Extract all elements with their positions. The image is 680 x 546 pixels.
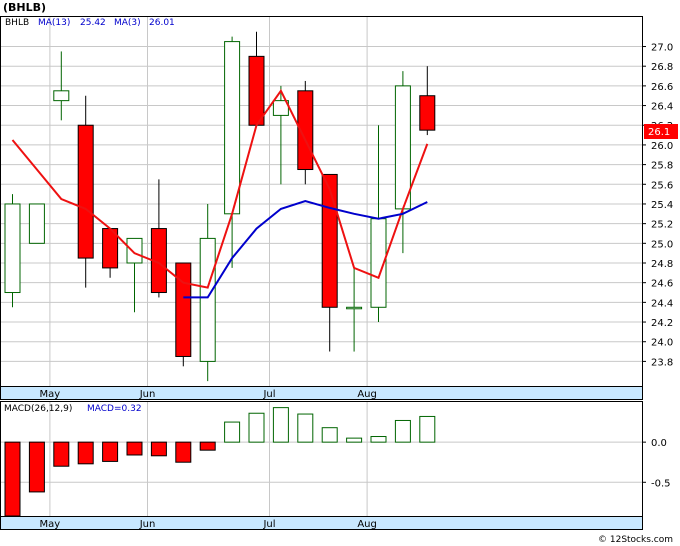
candle-body bbox=[4, 203, 21, 294]
macd-y-axis: 0.0 -0.5 bbox=[642, 438, 671, 489]
macd-x-tick-label: Jul bbox=[262, 519, 275, 530]
candle-body bbox=[394, 85, 411, 210]
legend-symbol: BHLB bbox=[5, 18, 29, 28]
candle-body bbox=[419, 95, 436, 131]
macd-bar-negative bbox=[53, 441, 70, 467]
candle-body bbox=[28, 203, 45, 244]
price-y-tick-label: 25.8 bbox=[651, 161, 673, 172]
candle-body bbox=[346, 306, 363, 310]
candle-body bbox=[77, 124, 94, 259]
last-price-label: 26.1 bbox=[648, 127, 670, 138]
candle-body bbox=[126, 237, 143, 264]
price-y-tick-label: 24.8 bbox=[651, 259, 673, 270]
price-y-tick-label: 25.0 bbox=[651, 239, 673, 250]
macd-bar-negative bbox=[102, 441, 119, 462]
candle-body bbox=[224, 41, 241, 215]
macd-y-tick-label: 0.0 bbox=[651, 438, 667, 449]
candle-body bbox=[321, 173, 338, 308]
price-y-tick-label: 24.2 bbox=[651, 318, 673, 329]
price-y-tick-label: 24.0 bbox=[651, 338, 673, 349]
macd-bar-positive bbox=[297, 413, 314, 443]
macd-xaxis-strip bbox=[0, 516, 643, 530]
macd-y-tick-label: -0.5 bbox=[651, 478, 671, 489]
legend-ma3-value: 26.01 bbox=[149, 18, 175, 28]
macd-panel: 0.0 -0.5 May Jun Jul Aug MACD(26,12,9) MACD=… bbox=[0, 401, 671, 530]
price-plot-frame bbox=[0, 16, 643, 387]
price-x-tick-label: Jun bbox=[139, 389, 156, 400]
macd-bar-positive bbox=[370, 436, 387, 443]
candle-body bbox=[248, 55, 265, 126]
macd-bar-negative bbox=[77, 441, 94, 465]
macd-bar-positive bbox=[346, 437, 363, 443]
price-y-axis: 27.026.826.626.426.226.025.825.625.425.2… bbox=[642, 43, 673, 368]
macd-bar-negative bbox=[199, 441, 216, 451]
price-y-tick-label: 26.4 bbox=[651, 102, 673, 113]
watermark: © 12Stocks.com bbox=[598, 535, 673, 545]
price-y-tick-label: 26.8 bbox=[651, 62, 673, 73]
macd-bar-positive bbox=[248, 412, 265, 443]
price-y-tick-label: 26.6 bbox=[651, 82, 673, 93]
price-x-tick-label: Jul bbox=[262, 389, 275, 400]
legend-ma13-label: MA(13) bbox=[38, 18, 70, 28]
candle-body bbox=[199, 237, 216, 362]
price-y-tick-label: 26.0 bbox=[651, 141, 673, 152]
macd-plot-frame bbox=[0, 401, 643, 517]
macd-bar-negative bbox=[175, 441, 192, 463]
macd-legend-value: MACD=0.32 bbox=[87, 404, 142, 414]
price-panel: 27.026.826.626.426.226.025.825.625.425.2… bbox=[0, 1, 678, 400]
price-y-tick-label: 25.2 bbox=[651, 220, 673, 231]
price-y-tick-label: 24.4 bbox=[651, 298, 673, 309]
price-y-tick-label: 25.4 bbox=[651, 200, 673, 211]
price-y-tick-label: 24.6 bbox=[651, 279, 673, 290]
price-x-tick-label: Aug bbox=[357, 389, 377, 400]
macd-x-tick-label: May bbox=[40, 519, 61, 530]
candle-down bbox=[297, 80, 314, 185]
candle-body bbox=[53, 90, 70, 102]
legend-ma3-label: MA(3) bbox=[114, 18, 141, 28]
macd-bar-positive bbox=[394, 419, 411, 443]
price-x-tick-label: May bbox=[40, 389, 61, 400]
macd-x-tick-label: Jun bbox=[139, 519, 156, 530]
macd-bar-positive bbox=[419, 415, 436, 443]
macd-bar-negative bbox=[4, 441, 21, 517]
macd-bar-positive bbox=[224, 421, 241, 443]
price-y-tick-label: 27.0 bbox=[651, 43, 673, 54]
price-y-tick-label: 23.8 bbox=[651, 357, 673, 368]
legend-ma13-value: 25.42 bbox=[80, 18, 106, 28]
macd-bar-negative bbox=[126, 441, 143, 456]
macd-bar-positive bbox=[321, 427, 338, 443]
macd-bar-negative bbox=[150, 441, 167, 457]
chart-figure: 27.026.826.626.426.226.025.825.625.425.2… bbox=[0, 1, 678, 545]
macd-bar-positive bbox=[272, 407, 289, 443]
candle-up bbox=[4, 194, 21, 308]
macd-x-tick-label: Aug bbox=[357, 519, 377, 530]
price-y-tick-label: 25.6 bbox=[651, 180, 673, 191]
price-xaxis-strip bbox=[0, 386, 643, 400]
macd-legend-label: MACD(26,12,9) bbox=[4, 404, 72, 414]
macd-bar-negative bbox=[28, 441, 45, 493]
price-legend: (BHLB) BHLB MA(13) 25.42 MA(3) 26.01 bbox=[3, 1, 175, 28]
last-price-tag: 26.1 bbox=[644, 124, 678, 139]
candle-body bbox=[175, 262, 192, 357]
chart-title: (BHLB) bbox=[3, 1, 46, 14]
candle-up bbox=[28, 203, 45, 244]
